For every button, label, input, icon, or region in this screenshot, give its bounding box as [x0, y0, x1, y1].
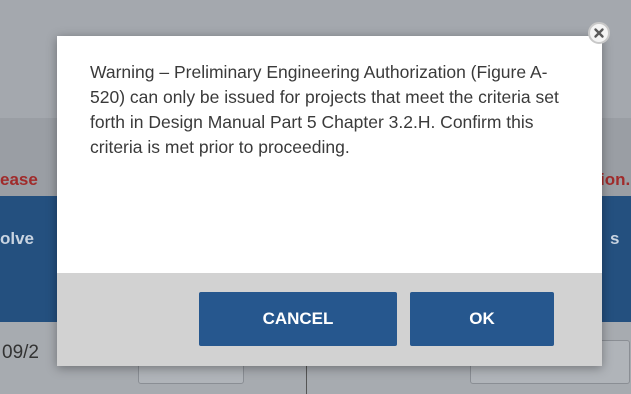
close-icon [594, 28, 604, 38]
warning-dialog: Warning – Preliminary Engineering Author… [57, 36, 602, 366]
dialog-footer: CANCEL OK [57, 273, 602, 366]
background-warning-text-left: ease [0, 170, 38, 189]
close-button[interactable] [588, 22, 610, 44]
cancel-button[interactable]: CANCEL [199, 292, 397, 346]
background-row-date: 09/2 [2, 342, 39, 363]
dialog-body: Warning – Preliminary Engineering Author… [57, 36, 602, 273]
ok-button[interactable]: OK [410, 292, 554, 346]
background-header-right: s [610, 229, 620, 248]
background-divider [306, 366, 307, 394]
background-header-left: olve [0, 229, 35, 248]
background-warning-text-right: ion. [600, 170, 631, 189]
dialog-message: Warning – Preliminary Engineering Author… [90, 62, 559, 157]
screen: ease ion. olve s 09/2 Warning – Prelimin… [0, 0, 631, 394]
